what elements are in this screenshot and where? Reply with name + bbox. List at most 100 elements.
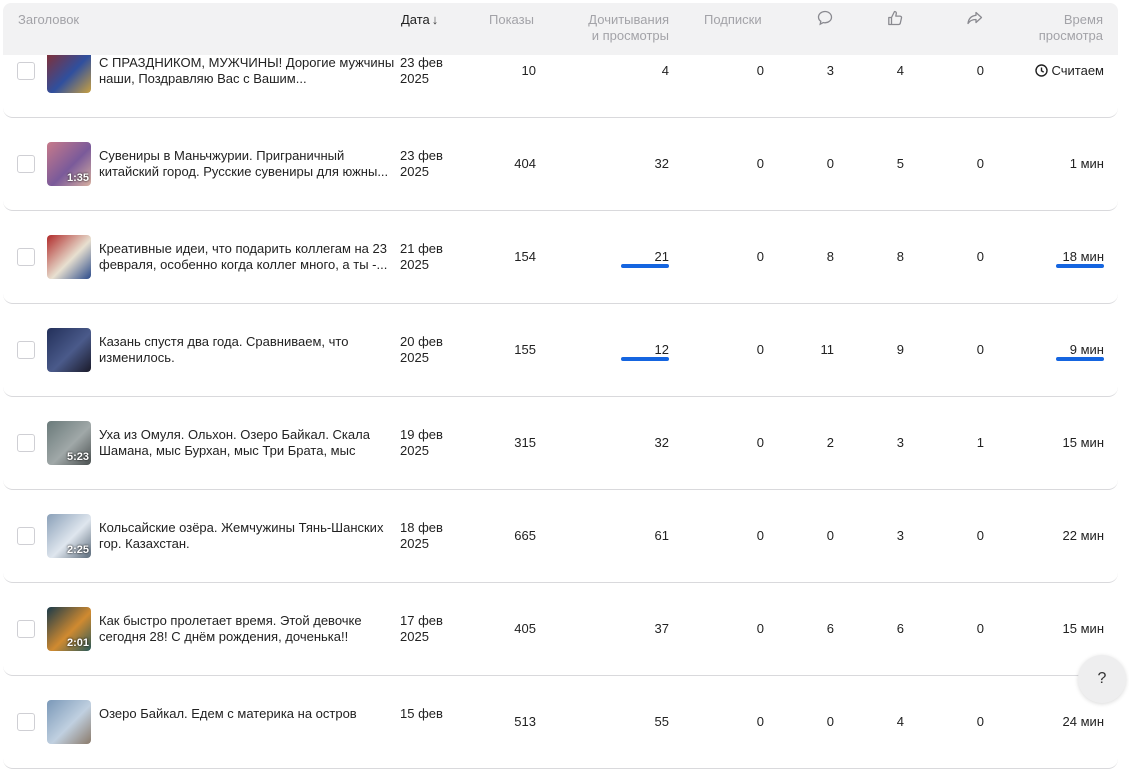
row-date-year: 2025 [400,164,429,179]
share-icon[interactable] [966,9,984,27]
row-shares: 1 [976,435,984,450]
row-views: 315 [514,435,536,450]
row-checkbox[interactable] [17,341,35,359]
row-reads: 12 [654,342,669,357]
row-subs: 0 [756,714,764,729]
row-date-day: 20 фев [400,334,443,349]
reads-highlight-bar [621,357,669,361]
row-thumbnail[interactable] [47,49,91,93]
help-button[interactable]: ? [1078,655,1126,703]
row-title[interactable]: Казань спустя два года. Сравниваем, что … [99,334,395,366]
row-thumbnail[interactable] [47,328,91,372]
row-thumbnail[interactable] [47,235,91,279]
row-shares: 0 [976,528,984,543]
column-title[interactable]: Заголовок [18,12,79,28]
row-watch-time: 9 мин [1069,342,1104,357]
column-reads[interactable]: Дочитывания и просмотры [569,12,669,44]
row-likes: 3 [896,435,904,450]
row-thumbnail[interactable]: 2:25 [47,514,91,558]
row-date-year: 2025 [400,71,429,86]
table-row[interactable]: 5:23 Уха из Омуля. Ольхон. Озеро Байкал. … [3,397,1118,490]
row-likes: 4 [896,63,904,78]
row-watch-time: 15 мин [1062,621,1104,636]
row-title[interactable]: Креативные идеи, что подарить коллегам н… [99,241,395,273]
column-date[interactable]: Дата ↓ [401,12,438,28]
row-date-year: 2025 [400,536,429,551]
video-duration: 2:25 [66,544,89,556]
table-header: Заголовок Дата ↓ Показы Дочитывания и про… [3,3,1118,55]
row-date: 19 фев 2025 [400,427,460,459]
column-watch-line1: Время [1063,12,1103,27]
column-date-label: Дата [401,12,430,27]
table-row[interactable]: 1:35 Сувениры в Маньчжурии. Приграничный … [3,118,1118,211]
table-row[interactable]: Казань спустя два года. Сравниваем, что … [3,304,1118,397]
row-reads: 32 [654,156,669,171]
clock-icon [1034,64,1048,77]
row-checkbox[interactable] [17,248,35,266]
row-checkbox[interactable] [17,713,35,731]
watch-highlight-bar [1056,264,1104,268]
row-shares: 0 [976,156,984,171]
column-reads-line1: Дочитывания [588,12,669,27]
row-subs: 0 [756,342,764,357]
row-checkbox[interactable] [17,62,35,80]
row-date-day: 18 фев [400,520,443,535]
row-date-year: 2025 [400,629,429,644]
row-views: 513 [514,714,536,729]
row-comments: 2 [826,435,834,450]
row-title[interactable]: Как быстро пролетает время. Этой девочке… [99,613,395,645]
row-likes: 5 [896,156,904,171]
row-shares: 0 [976,63,984,78]
comment-icon[interactable] [816,9,834,27]
row-watch-time: 15 мин [1062,435,1104,450]
arrow-down-icon: ↓ [431,12,439,27]
row-title[interactable]: Кольсайские озёра. Жемчужины Тянь-Шански… [99,520,395,552]
row-likes: 4 [896,714,904,729]
table-row[interactable]: Креативные идеи, что подарить коллегам н… [3,211,1118,304]
row-date-day: 15 фев [400,706,443,721]
row-checkbox[interactable] [17,527,35,545]
table-row[interactable]: 2:01 Как быстро пролетает время. Этой дев… [3,583,1118,676]
table-row[interactable]: Озеро Байкал. Едем с материка на остров 1… [3,676,1118,769]
like-icon[interactable] [886,9,904,27]
row-reads: 55 [654,714,669,729]
row-likes: 3 [896,528,904,543]
row-thumbnail[interactable]: 2:01 [47,607,91,651]
row-shares: 0 [976,249,984,264]
row-date-day: 23 фев [400,55,443,70]
row-comments: 11 [820,342,835,357]
row-comments: 0 [826,714,834,729]
row-reads: 21 [654,249,669,264]
row-watch-label: Считаем [1051,63,1104,78]
row-thumbnail[interactable]: 5:23 [47,421,91,465]
row-date-day: 21 фев [400,241,443,256]
row-likes: 9 [896,342,904,357]
row-shares: 0 [976,714,984,729]
column-watch-time[interactable]: Время просмотра [1003,12,1103,44]
row-watch-time: Считаем [993,63,1104,79]
row-thumbnail[interactable] [47,700,91,744]
table-row[interactable]: 2:25 Кольсайские озёра. Жемчужины Тянь-Ша… [3,490,1118,583]
column-reads-line2: и просмотры [591,28,669,43]
row-title[interactable]: Сувениры в Маньчжурии. Приграничный кита… [99,148,395,180]
row-views: 405 [514,621,536,636]
row-shares: 0 [976,342,984,357]
row-watch-time: 24 мин [1062,714,1104,729]
column-views[interactable]: Показы [489,12,534,28]
row-date: 17 фев 2025 [400,613,460,645]
row-thumbnail[interactable]: 1:35 [47,142,91,186]
row-title[interactable]: Озеро Байкал. Едем с материка на остров [99,706,395,722]
column-subs[interactable]: Подписки [704,12,762,28]
row-title[interactable]: Уха из Омуля. Ольхон. Озеро Байкал. Скал… [99,427,395,459]
row-title[interactable]: С ПРАЗДНИКОМ, МУЖЧИНЫ! Дорогие мужчины н… [99,55,395,87]
row-comments: 0 [826,528,834,543]
row-views: 404 [514,156,536,171]
row-views: 154 [514,249,536,264]
row-checkbox[interactable] [17,434,35,452]
row-date: 23 фев 2025 [400,148,460,180]
row-checkbox[interactable] [17,155,35,173]
row-checkbox[interactable] [17,620,35,638]
row-comments: 3 [826,63,834,78]
column-watch-line2: просмотра [1038,28,1103,43]
row-date: 21 фев 2025 [400,241,460,273]
